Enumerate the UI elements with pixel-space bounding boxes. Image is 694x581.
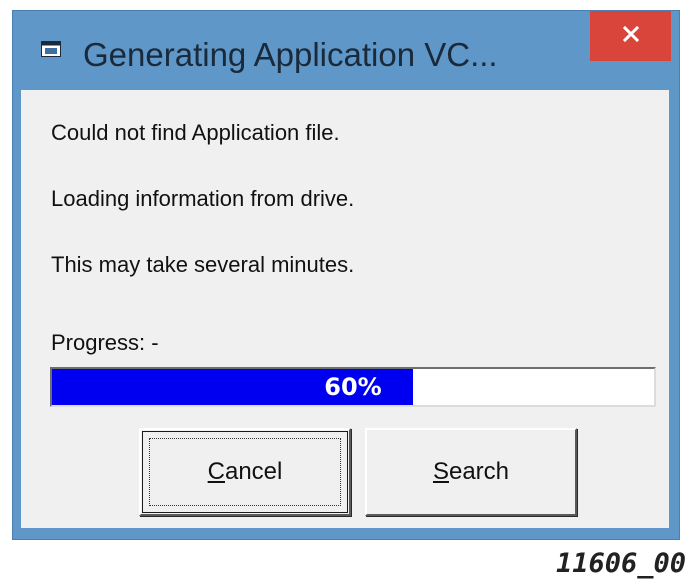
dialog-body: Could not find Application file. Loading… <box>21 90 669 528</box>
message-loading: Loading information from drive. <box>51 186 355 211</box>
title-bar[interactable]: Generating Application VC... <box>13 11 679 89</box>
progress-label: Progress: - <box>51 330 159 355</box>
progress-bar: 60% <box>50 367 656 407</box>
search-button-label: Search <box>432 458 510 485</box>
dialog-window: Generating Application VC... Could not f… <box>12 10 680 540</box>
message-wait: This may take several minutes. <box>51 252 355 277</box>
window-title: Generating Application VC... <box>83 36 498 73</box>
close-button[interactable] <box>590 11 671 61</box>
cancel-button-label: Cancel <box>207 458 283 485</box>
close-icon <box>622 25 639 47</box>
figure-id: 11606_00 <box>555 548 686 579</box>
app-window-icon <box>41 41 61 57</box>
search-button[interactable]: Search <box>365 428 577 516</box>
cancel-button[interactable]: Cancel <box>139 428 351 516</box>
progress-percent: 60% <box>324 373 382 401</box>
message-not-found: Could not find Application file. <box>51 120 340 145</box>
